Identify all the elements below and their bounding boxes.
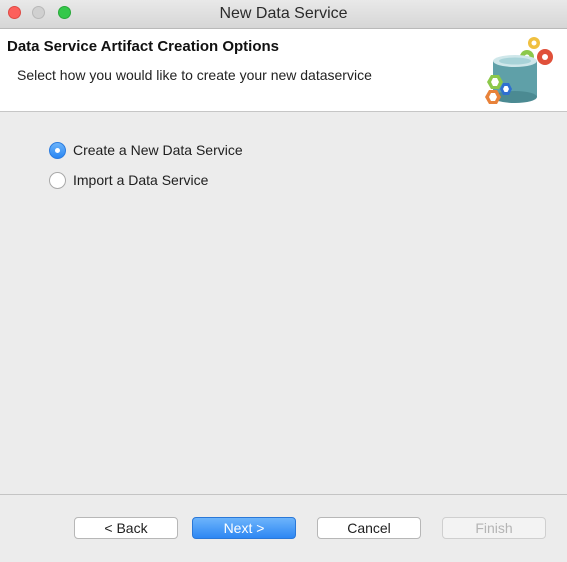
cancel-button[interactable]: Cancel xyxy=(317,517,421,539)
option-create-new-data-service[interactable]: Create a New Data Service xyxy=(49,140,243,160)
wizard-header: Data Service Artifact Creation Options S… xyxy=(0,29,567,112)
page-title: Data Service Artifact Creation Options xyxy=(7,38,280,55)
window-title: New Data Service xyxy=(219,5,348,22)
data-service-gears-icon xyxy=(485,37,553,104)
wizard-window: New Data Service Data Service Artifact C… xyxy=(0,0,567,562)
option-label: Import a Data Service xyxy=(73,172,209,188)
back-button[interactable]: < Back xyxy=(74,517,178,539)
option-import-data-service[interactable]: Import a Data Service xyxy=(49,170,208,190)
title-bar[interactable]: New Data Service xyxy=(0,0,567,29)
option-label: Create a New Data Service xyxy=(73,142,243,158)
footer-divider xyxy=(0,494,567,495)
finish-button[interactable]: Finish xyxy=(442,517,546,539)
next-button[interactable]: Next > xyxy=(192,517,296,539)
import-radio[interactable] xyxy=(49,171,66,189)
page-description: Select how you would like to create your… xyxy=(17,67,372,83)
create-new-radio[interactable] xyxy=(49,141,66,159)
